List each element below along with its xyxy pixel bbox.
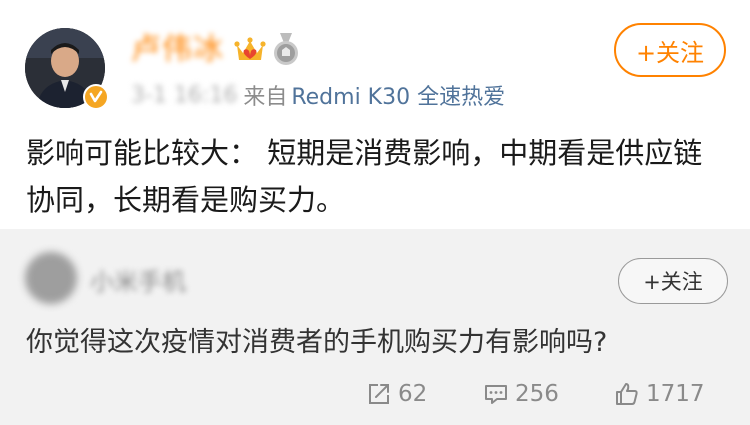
post-text: 影响可能比较大： 短期是消费影响，中期看是供应链协同，长期看是购买力。 — [26, 136, 703, 217]
comment-icon — [485, 385, 507, 404]
crown-icon — [234, 37, 266, 60]
original-post: 卢伟冰 3-1 16:16 来自 Redmi K30 全速热爱 +关注 影响可能… — [0, 0, 750, 229]
like-button[interactable]: 1717 — [614, 374, 705, 414]
verified-badge-icon — [83, 84, 109, 110]
retweet-text: 你觉得这次疫情对消费者的手机购买力有影响吗? — [26, 327, 608, 358]
source-prefix: 来自 — [243, 85, 288, 110]
source-device-link[interactable]: Redmi K30 全速热爱 — [291, 79, 505, 111]
post-meta: 3-1 16:16 来自 Redmi K30 全速热爱 — [131, 79, 505, 111]
post-timestamp: 3-1 16:16 — [131, 82, 238, 108]
repost-icon — [369, 384, 389, 404]
comment-button[interactable]: 256 — [483, 374, 559, 414]
retweet-follow-button[interactable]: +关注 — [618, 258, 728, 304]
like-count: 1717 — [646, 381, 705, 407]
thumbs-up-icon — [616, 383, 638, 405]
comment-count: 256 — [515, 381, 559, 407]
follow-button[interactable]: +关注 — [614, 23, 726, 77]
retweet-author-name[interactable]: 小米手机 — [90, 262, 186, 297]
author-name[interactable]: 卢伟冰 — [131, 30, 224, 70]
repost-button[interactable]: 62 — [366, 374, 427, 414]
repost-count: 62 — [398, 381, 428, 407]
medal-icon — [274, 33, 298, 65]
retweet-avatar[interactable] — [25, 252, 77, 304]
